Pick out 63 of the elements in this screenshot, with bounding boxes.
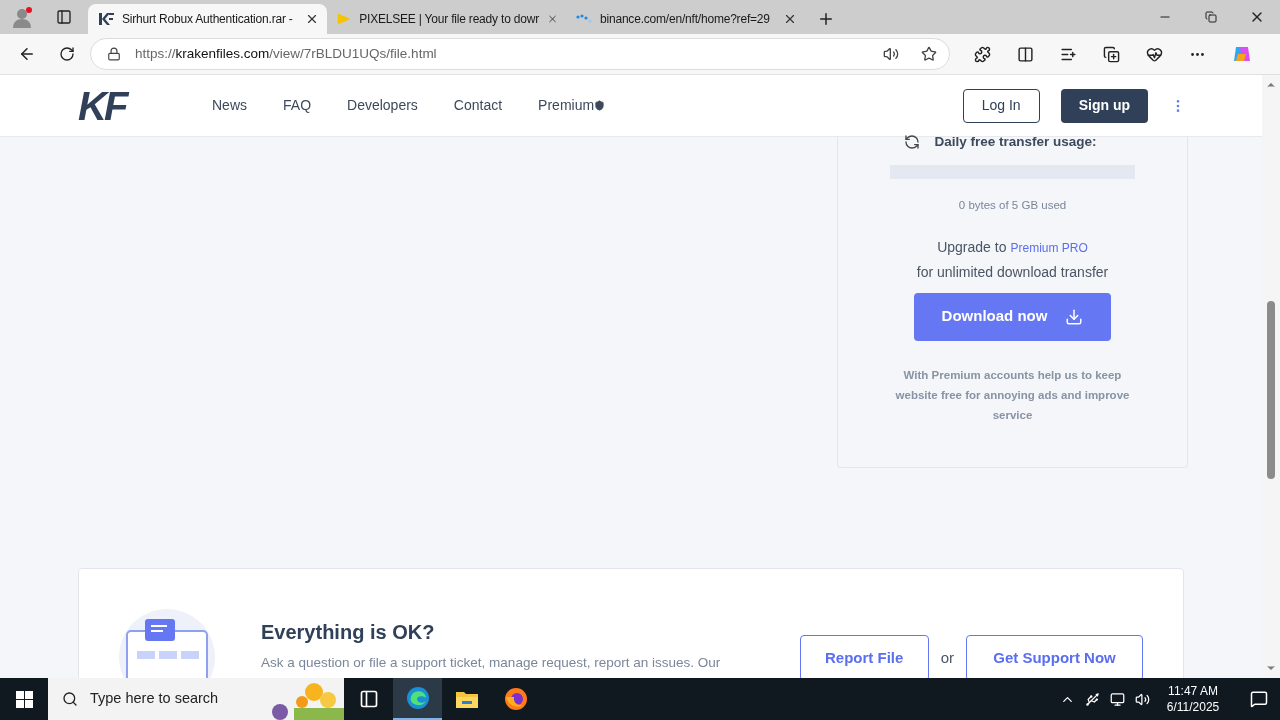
browser-tab[interactable]: Sirhurt Robux Authentication.rar - [88,4,327,34]
copilot-icon[interactable] [1232,44,1252,64]
support-text: Ask a question or file a support ticket, manage request, report an issues. Our [261,654,722,672]
task-view-icon [358,689,379,709]
folder-icon [454,689,479,709]
device-icon[interactable] [1085,691,1100,707]
premium-link[interactable]: Premium PRO [1010,238,1088,257]
collections-icon[interactable] [1103,45,1120,63]
restore-icon[interactable] [1205,11,1217,23]
search-icon [62,691,78,707]
usage-title: Daily free transfer usage: [934,133,1097,151]
star-icon[interactable] [921,46,937,62]
support-title: Everything is OK? [261,620,436,645]
scrollbar-thumb[interactable] [1267,301,1275,479]
close-icon[interactable] [783,12,797,26]
url-text: https://krakenfiles.com/view/7rBLDU1UQs/file.html [135,44,438,63]
address-field[interactable]: https://krakenfiles.com/view/7rBLDU1UQs/file.html [90,38,950,70]
browser-tab[interactable]: binance.com/en/nft/home?ref=29 [566,4,805,34]
nav-link[interactable]: Developers [347,95,418,116]
browser-tab[interactable]: PIXELSEE | Your file ready to dowr [327,4,566,34]
usage-text: 0 bytes of 5 GB used [958,198,1067,214]
circular-arrows-icon [904,134,921,151]
browser-swirl-icon [405,686,430,710]
taskbar-app[interactable] [393,678,442,720]
shield-icon [594,100,606,111]
split-screen-icon[interactable] [1017,45,1034,63]
extensions-icon[interactable] [974,45,991,63]
clock[interactable]: 11:47 AM 6/11/2025 [1160,683,1226,715]
chevron-logo-icon [98,12,114,26]
tab-actions-icon[interactable] [56,9,72,25]
heart-pulse-icon[interactable] [1146,45,1163,63]
new-tab-icon[interactable] [817,10,835,28]
windows-logo-icon[interactable] [15,690,33,708]
sign-up-button[interactable]: Sign up [1060,88,1148,123]
lock-icon[interactable] [107,47,121,61]
tab-title: Sirhurt Robux Authentication.rar - [122,11,294,28]
refresh-icon[interactable] [59,46,75,62]
taskbar-search-field[interactable]: Type here to search [48,678,344,720]
profile-avatar-icon[interactable] [11,6,33,28]
premium-note: With Premium accounts help us to keep website free for annoying ads and improve service [894,367,1131,423]
notifications-icon[interactable] [1250,690,1268,708]
network-icon[interactable] [1110,691,1125,707]
upgrade-note: for unlimited download transfer [916,262,1109,282]
download-icon [1065,307,1084,326]
site-logo[interactable]: KF [78,85,160,126]
read-aloud-icon[interactable] [883,46,899,62]
nav-link[interactable]: Premium [538,95,606,116]
tab-title: binance.com/en/nft/home?ref=29 [600,11,771,28]
nav-link[interactable]: Contact [453,95,503,116]
upgrade-text: Upgrade to [937,237,1007,257]
nav-link[interactable]: FAQ [283,95,312,116]
fox-globe-icon [503,687,528,711]
play-icon [337,11,352,27]
tab-title: PIXELSEE | Your file ready to dowr [359,11,539,28]
close-icon[interactable] [305,12,319,26]
log-in-button[interactable]: Log In [962,88,1040,123]
search-placeholder: Type here to search [90,689,220,709]
nav-link[interactable]: News [212,95,247,116]
volume-icon[interactable] [1135,691,1150,707]
dots-icon [576,14,592,24]
or-text: or [940,647,954,668]
back-icon[interactable] [18,45,36,63]
download-button[interactable]: Download now [914,292,1111,341]
